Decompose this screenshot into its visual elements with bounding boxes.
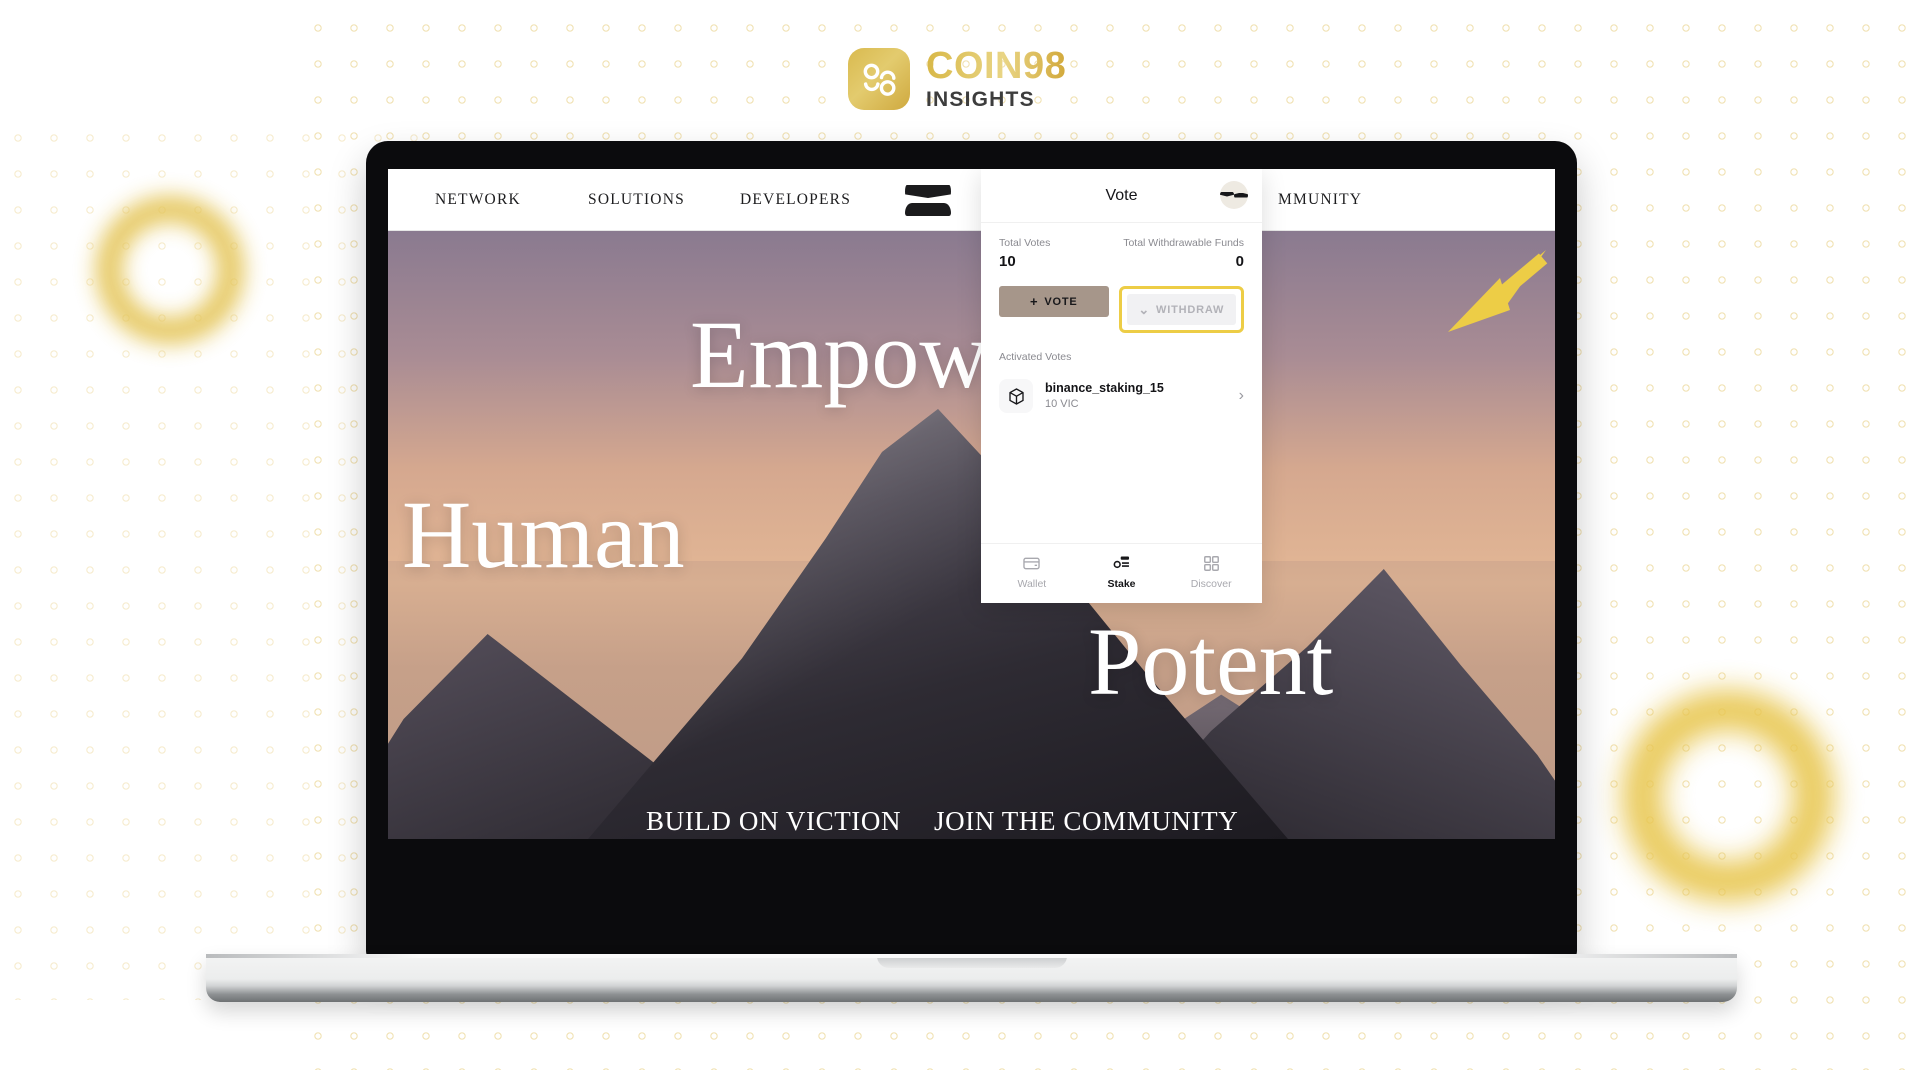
withdraw-button[interactable]: ⌄ WITHDRAW [1126,294,1236,325]
nav-item-solutions[interactable]: SOLUTIONS [588,191,685,209]
hero-cta-build[interactable]: BUILD ON VICTION [646,806,901,837]
stat-label: Total Withdrawable Funds [1123,237,1244,249]
wallet-panel-body: Total Votes 10 Total Withdrawable Funds … [981,223,1262,543]
hero-section: Empower Human Potent BUILD ON VICTION JO… [388,231,1555,839]
page-title: Vote [1105,186,1138,204]
site-navigation-bar: NETWORK SOLUTIONS DEVELOPERS MMUNITY [388,169,1555,231]
brand-title: COIN98 [926,45,1067,87]
viction-avatar-icon[interactable] [1220,181,1248,209]
withdraw-button-label: WITHDRAW [1156,303,1225,316]
coin98-logo-icon [848,47,910,110]
wallet-card-icon [1022,554,1041,573]
vote-item-meta: binance_staking_15 10 VIC [1045,380,1227,412]
decorative-ring-right [1622,690,1834,902]
laptop-lid: NETWORK SOLUTIONS DEVELOPERS MMUNITY Emp… [366,141,1577,961]
hero-word-potent: Potent [1088,608,1334,715]
tab-label: Stake [1107,577,1136,590]
tab-label: Wallet [1017,577,1047,590]
withdraw-button-highlight: ⌄ WITHDRAW [1118,286,1244,333]
chevron-down-icon: ⌄ [1138,302,1151,317]
dotted-pattern-background-left [0,120,420,1000]
nav-item-community[interactable]: MMUNITY [1278,191,1362,209]
tab-wallet[interactable]: Wallet [987,554,1077,590]
nav-item-network[interactable]: NETWORK [435,191,521,209]
laptop-base [206,954,1737,1002]
vote-button-label: VOTE [1044,295,1078,308]
coin98-insights-brand: COIN98 INSIGHTS [848,47,1066,110]
decorative-ring-left [96,196,244,344]
laptop-mockup: NETWORK SOLUTIONS DEVELOPERS MMUNITY Emp… [206,141,1737,1002]
viction-website: NETWORK SOLUTIONS DEVELOPERS MMUNITY Emp… [388,169,1555,839]
bottom-navigation: Wallet Stake Discover [981,543,1262,603]
wallet-panel-header: Vote [981,169,1262,223]
stat-label: Total Votes [999,237,1051,249]
wallet-extension-panel: Vote Total Votes 10 Total Withdrawable F… [981,169,1262,603]
stats-row: Total Votes 10 Total Withdrawable Funds … [999,237,1244,270]
list-item[interactable]: binance_staking_15 10 VIC › [999,377,1244,415]
hero-word-human: Human [402,481,685,588]
chevron-right-icon[interactable]: › [1239,387,1244,405]
laptop-screen: NETWORK SOLUTIONS DEVELOPERS MMUNITY Emp… [388,169,1555,839]
grid-icon [1202,554,1221,573]
screenshot-canvas: COIN98 INSIGHTS NETWORK SOLUTIONS DEVELO… [0,0,1920,1081]
validator-name: binance_staking_15 [1045,381,1164,396]
stat-total-withdrawable-funds: Total Withdrawable Funds 0 [1123,237,1244,270]
hero-cta-community[interactable]: JOIN THE COMMUNITY [934,806,1238,837]
validator-amount: 10 VIC [1045,398,1079,411]
tab-stake[interactable]: Stake [1077,554,1167,590]
activated-votes-label: Activated Votes [999,351,1072,363]
vote-button[interactable]: + VOTE [999,286,1109,317]
plus-icon: + [1029,294,1039,309]
cube-icon [999,379,1033,413]
viction-logo-icon[interactable] [905,185,951,217]
nav-item-developers[interactable]: DEVELOPERS [740,191,851,209]
brand-subtitle: INSIGHTS [926,88,1035,111]
stat-total-votes: Total Votes 10 [999,237,1050,270]
stat-value: 0 [1235,253,1244,270]
action-button-row: + VOTE ⌄ WITHDRAW [999,286,1244,333]
tab-discover[interactable]: Discover [1166,554,1256,590]
stake-icon [1112,554,1131,573]
tab-label: Discover [1190,577,1232,590]
stat-value: 10 [999,253,1016,270]
